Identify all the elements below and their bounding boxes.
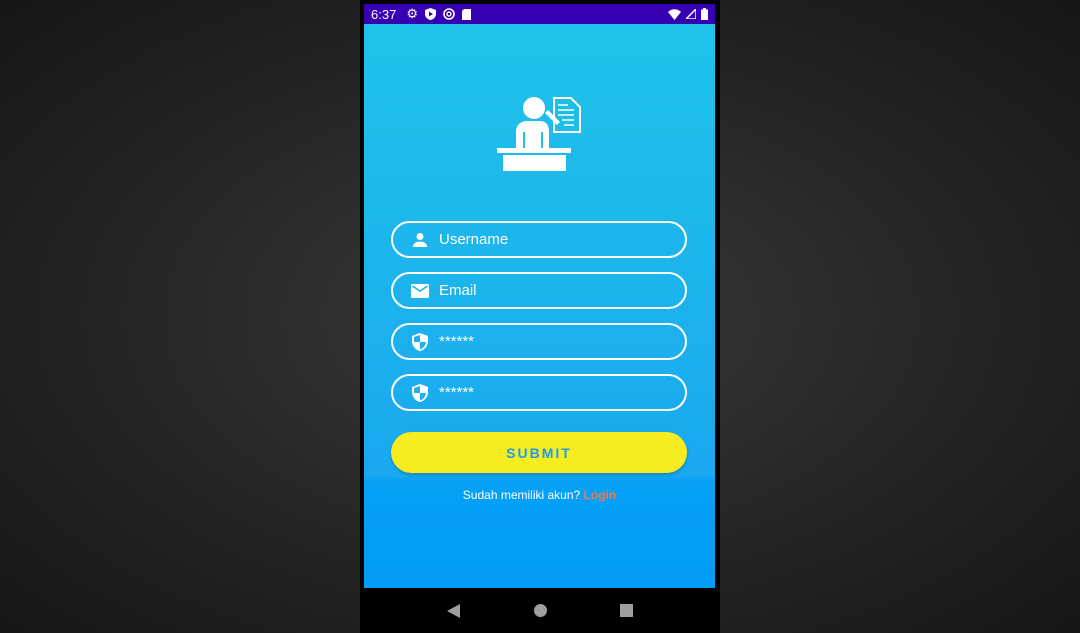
register-screen: Username Email ****** ****** SUBMIT Suda… xyxy=(364,24,715,588)
home-icon[interactable] xyxy=(533,604,547,617)
navigation-bar xyxy=(360,588,720,633)
mail-icon xyxy=(411,282,429,300)
shield-icon xyxy=(411,332,429,351)
password-value: ****** xyxy=(439,333,475,350)
sync-icon xyxy=(443,8,455,20)
signal-icon xyxy=(686,9,696,19)
wifi-icon xyxy=(668,8,681,20)
recents-icon[interactable] xyxy=(620,604,634,617)
email-input[interactable]: Email xyxy=(391,272,687,309)
login-prompt-text: Sudah memiliki akun? xyxy=(462,488,581,502)
teacher-podium-icon xyxy=(497,97,581,171)
gear-icon: ⚙ xyxy=(406,6,418,21)
confirm-password-input[interactable]: ****** xyxy=(391,374,687,411)
phone-frame: 6:37 ⚙ Username Email ****** ****** SUBM… xyxy=(360,0,720,633)
status-time: 6:37 xyxy=(371,6,397,22)
submit-button[interactable]: SUBMIT xyxy=(391,432,687,473)
battery-icon xyxy=(701,8,708,20)
sd-card-icon xyxy=(461,8,471,20)
login-link[interactable]: Login xyxy=(584,488,617,502)
shield-icon xyxy=(411,383,429,402)
back-icon[interactable] xyxy=(446,603,461,618)
status-bar: 6:37 ⚙ xyxy=(364,4,715,24)
username-placeholder: Username xyxy=(439,231,509,248)
login-prompt: Sudah memiliki akun? Login xyxy=(364,488,715,502)
email-placeholder: Email xyxy=(439,282,477,299)
username-input[interactable]: Username xyxy=(391,221,687,258)
person-icon xyxy=(411,231,429,249)
shield-play-icon xyxy=(424,8,436,20)
confirm-password-value: ****** xyxy=(439,384,475,401)
password-input[interactable]: ****** xyxy=(391,323,687,360)
